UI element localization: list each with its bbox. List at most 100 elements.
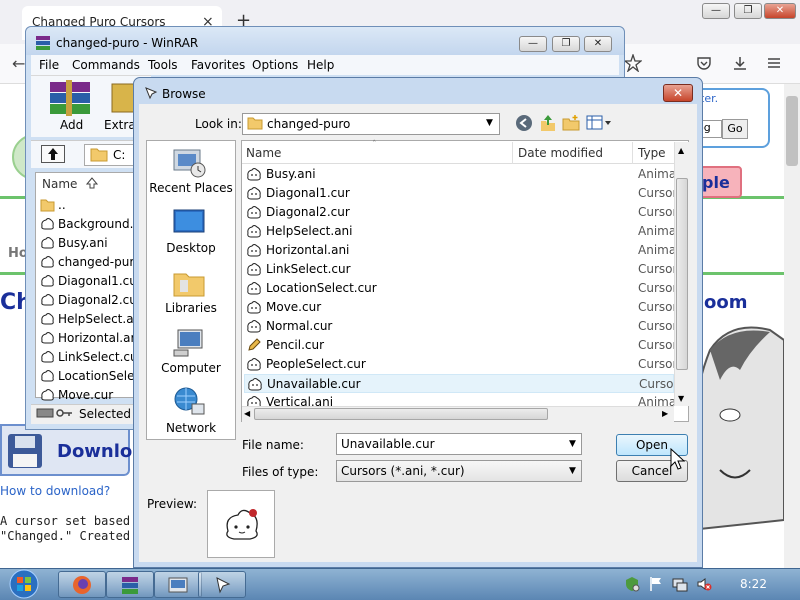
taskbar-winrar[interactable] xyxy=(106,571,154,598)
cursor-file-icon xyxy=(246,204,262,220)
column-divider[interactable] xyxy=(512,142,513,164)
winrar-minimize-button[interactable]: — xyxy=(519,36,547,52)
taskbar-clock[interactable]: 8:22 xyxy=(740,577,767,591)
new-folder-icon[interactable] xyxy=(562,114,580,132)
network-icon[interactable] xyxy=(172,386,206,418)
file-row[interactable]: Busy.ani Anima xyxy=(244,165,674,184)
computer-icon[interactable] xyxy=(172,328,206,358)
list-item[interactable]: Diagonal1.cu xyxy=(40,271,137,290)
list-item[interactable]: Diagonal2.cu xyxy=(40,290,137,309)
folder-icon xyxy=(40,198,55,212)
add-button-label[interactable]: Add xyxy=(60,118,83,132)
maximize-button[interactable]: ❐ xyxy=(734,3,762,19)
page-nav-button[interactable]: ple xyxy=(698,166,742,198)
downloads-icon[interactable] xyxy=(732,55,748,71)
place-recent-places[interactable]: Recent Places xyxy=(146,181,236,195)
place-desktop[interactable]: Desktop xyxy=(146,241,236,255)
chevron-down-icon[interactable]: ▼ xyxy=(569,439,576,449)
file-row[interactable]: HelpSelect.ani Anima xyxy=(244,222,674,241)
close-button[interactable]: ✕ xyxy=(764,3,796,19)
file-row[interactable]: Normal.cur Cursor xyxy=(244,317,674,336)
scroll-left-icon[interactable]: ◀ xyxy=(244,409,250,418)
list-item[interactable]: LocationSele xyxy=(40,366,134,385)
place-computer[interactable]: Computer xyxy=(146,361,236,375)
taskbar-control-panel[interactable] xyxy=(154,571,202,598)
menu-icon[interactable] xyxy=(766,55,782,71)
list-item[interactable]: Horizontal.ar xyxy=(40,328,135,347)
look-in-select[interactable]: changed-puro xyxy=(242,113,500,135)
up-folder-icon[interactable] xyxy=(539,114,557,132)
column-header-name[interactable]: Name xyxy=(42,177,77,191)
file-row[interactable]: Horizontal.ani Anima xyxy=(244,241,674,260)
minimize-button[interactable]: — xyxy=(702,3,730,19)
menu-file[interactable]: File xyxy=(39,58,59,72)
column-header-date-modified[interactable]: Date modified xyxy=(518,146,603,160)
list-item[interactable]: Background. xyxy=(40,214,133,233)
file-row[interactable]: PeopleSelect.cur Cursor xyxy=(244,355,674,374)
add-archive-icon[interactable] xyxy=(48,80,92,116)
list-item[interactable]: HelpSelect.ar xyxy=(40,309,138,328)
back-icon[interactable]: ← xyxy=(12,54,25,73)
vertical-scrollbar-thumb[interactable] xyxy=(676,178,688,370)
cursor-file-icon xyxy=(246,356,262,372)
how-to-download-link[interactable]: How to download? xyxy=(0,484,110,498)
dialog-close-button[interactable]: ✕ xyxy=(663,84,693,102)
scroll-down-icon[interactable]: ▼ xyxy=(678,394,684,403)
flag-icon[interactable] xyxy=(648,576,664,592)
libraries-icon[interactable] xyxy=(172,268,206,298)
menu-options[interactable]: Options xyxy=(252,58,298,72)
file-name: PeopleSelect.cur xyxy=(266,357,366,371)
file-icon xyxy=(40,254,55,269)
column-header-type[interactable]: Type xyxy=(638,146,666,160)
pocket-icon[interactable] xyxy=(696,55,712,71)
file-row[interactable]: Diagonal2.cur Cursor xyxy=(244,203,674,222)
column-header-name[interactable]: Name xyxy=(246,146,281,160)
list-item[interactable]: Move.cur xyxy=(40,385,113,404)
action-center-icon[interactable] xyxy=(624,576,640,592)
page-scrollbar-thumb[interactable] xyxy=(786,96,798,166)
file-name-input[interactable]: Unavailable.cur xyxy=(336,433,582,455)
winrar-close-button[interactable]: ✕ xyxy=(584,36,612,52)
file-name-label: File name: xyxy=(242,438,304,452)
file-row[interactable]: LocationSelect.cur Cursor xyxy=(244,279,674,298)
file-row[interactable]: LinkSelect.cur Cursor xyxy=(244,260,674,279)
start-button[interactable] xyxy=(4,568,44,600)
menu-commands[interactable]: Commands xyxy=(72,58,140,72)
list-item[interactable]: changed-pur xyxy=(40,252,134,271)
extract-button-label[interactable]: Extra xyxy=(104,118,136,132)
menu-tools[interactable]: Tools xyxy=(148,58,178,72)
taskbar-firefox[interactable] xyxy=(58,571,106,598)
file-type: Anima xyxy=(638,167,674,181)
volume-muted-icon[interactable] xyxy=(696,576,712,592)
file-row[interactable]: Move.cur Cursor xyxy=(244,298,674,317)
horizontal-scrollbar-thumb[interactable] xyxy=(254,408,548,420)
list-item[interactable]: Busy.ani xyxy=(40,233,108,252)
menu-help[interactable]: Help xyxy=(307,58,334,72)
file-row[interactable]: Pencil.cur Cursor xyxy=(244,336,674,355)
scroll-right-icon[interactable]: ▶ xyxy=(662,409,668,418)
network-tray-icon[interactable] xyxy=(672,576,688,592)
file-row[interactable]: Diagonal1.cur Cursor xyxy=(244,184,674,203)
selected-file-row[interactable]: Unavailable.cur Cursor xyxy=(244,374,675,393)
page-go-button[interactable]: Go xyxy=(722,119,748,139)
list-item[interactable]: .. xyxy=(40,195,66,214)
scroll-up-icon[interactable]: ▲ xyxy=(678,146,684,155)
place-libraries[interactable]: Libraries xyxy=(146,301,236,315)
recent-places-icon[interactable] xyxy=(172,148,206,178)
back-arrow-icon[interactable] xyxy=(515,114,533,132)
winrar-maximize-button[interactable]: ❐ xyxy=(552,36,580,52)
up-folder-button[interactable] xyxy=(41,145,65,163)
extract-icon[interactable] xyxy=(110,82,134,114)
winrar-title: changed-puro - WinRAR xyxy=(56,36,199,50)
menu-favorites[interactable]: Favorites xyxy=(191,58,245,72)
bookmark-star-icon[interactable] xyxy=(624,54,642,72)
column-divider[interactable] xyxy=(632,142,633,164)
list-item[interactable]: LinkSelect.cu xyxy=(40,347,138,366)
chevron-down-icon[interactable]: ▼ xyxy=(569,466,576,476)
place-network[interactable]: Network xyxy=(146,421,236,435)
view-menu-icon[interactable] xyxy=(586,114,612,132)
desktop-icon[interactable] xyxy=(172,208,206,238)
files-of-type-select[interactable]: Cursors (*.ani, *.cur) xyxy=(336,460,582,482)
chevron-down-icon[interactable]: ▼ xyxy=(486,118,493,128)
taskbar-mouse-properties[interactable] xyxy=(198,571,246,598)
